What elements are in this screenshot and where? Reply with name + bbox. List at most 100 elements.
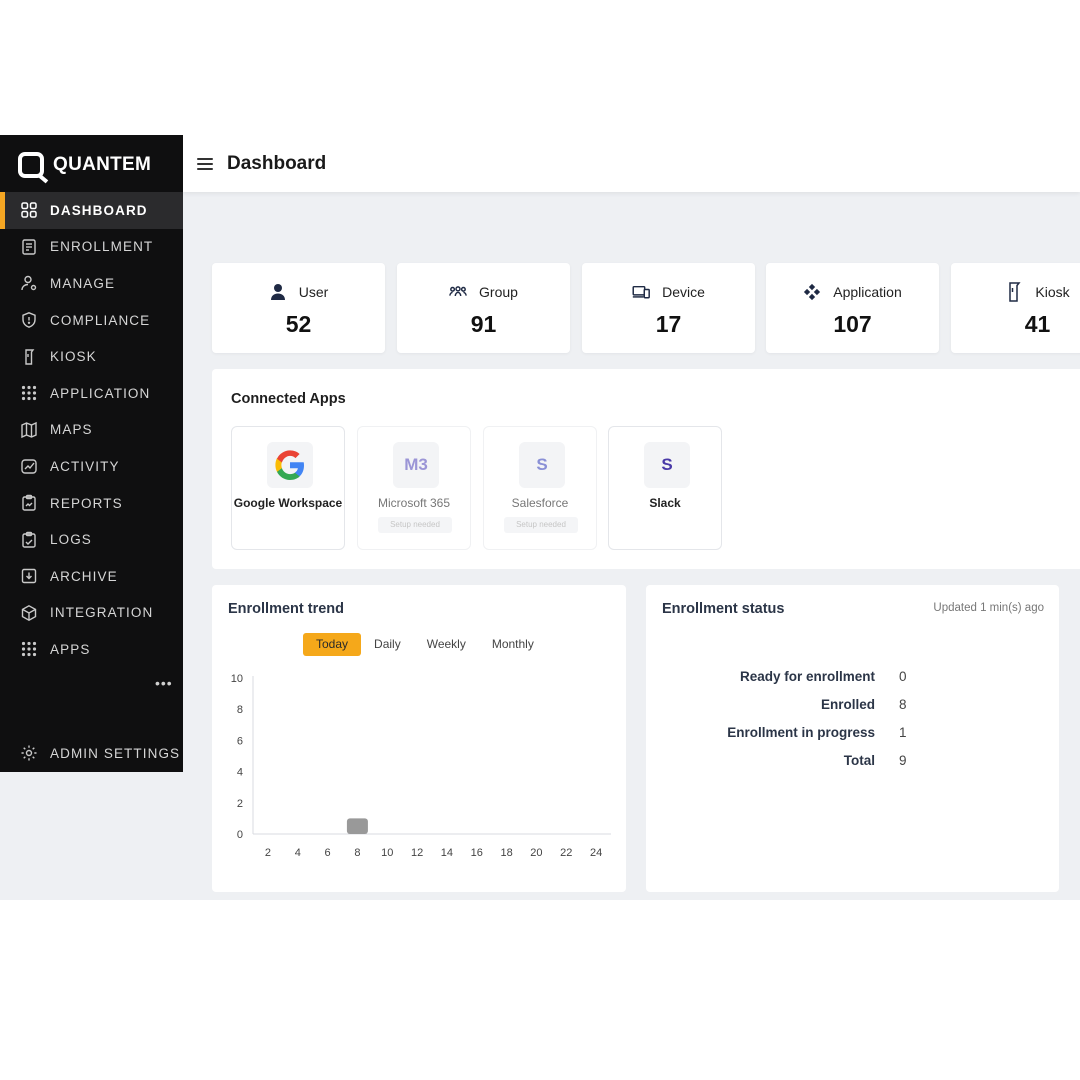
status-label: Total — [843, 753, 875, 768]
cube-icon — [20, 604, 38, 622]
stat-card-user[interactable]: User 52 — [212, 263, 385, 353]
page-title: Dashboard — [227, 152, 327, 174]
x-tick-label: 20 — [530, 847, 542, 859]
sidebar-item-logs[interactable]: LOGS — [0, 521, 183, 558]
stat-value: 17 — [655, 311, 682, 337]
group-icon — [449, 283, 467, 301]
stat-card-group[interactable]: Group 91 — [397, 263, 570, 353]
sidebar-item-reports[interactable]: REPORTS — [0, 485, 183, 522]
report-icon — [20, 494, 38, 512]
form-icon — [20, 238, 38, 256]
connected-apps-panel: Connected Apps Google Workspace M3 Micro… — [212, 369, 1080, 569]
sidebar-item-label: REPORTS — [50, 495, 123, 511]
activity-icon — [20, 457, 38, 475]
stat-value: 41 — [1024, 311, 1051, 337]
slack-logo-icon: S — [644, 442, 690, 488]
user-gear-icon — [20, 274, 38, 292]
menu-icon[interactable] — [197, 157, 213, 170]
sidebar-item-enrollment[interactable]: ENROLLMENT — [0, 229, 183, 266]
y-tick-label: 10 — [231, 673, 243, 685]
enrollment-status-panel: Enrollment status Updated 1 min(s) ago R… — [646, 585, 1059, 892]
app-card-slack[interactable]: S Slack — [608, 426, 722, 550]
stat-card-application[interactable]: Application 107 — [766, 263, 939, 353]
stat-value: 107 — [833, 311, 872, 337]
status-label: Enrolled — [820, 697, 875, 712]
more-icon[interactable]: ••• — [155, 675, 173, 691]
brand-logo[interactable]: QUANTEM — [18, 149, 151, 181]
enrollment-trend-chart: 02468102 4 6 8 10 12 14 16 18 20 22 24 — [231, 673, 611, 859]
y-tick-label: 8 — [237, 704, 243, 716]
x-tick-label: 22 — [560, 847, 572, 859]
x-tick-label: 6 — [325, 847, 331, 859]
status-value: 8 — [899, 697, 907, 712]
y-tick-label: 0 — [237, 829, 243, 841]
stat-card-kiosk[interactable]: Kiosk 41 — [951, 263, 1080, 353]
sidebar-item-label: ACTIVITY — [50, 458, 120, 474]
top-header: Dashboard — [183, 135, 1080, 192]
shield-icon — [20, 311, 38, 329]
sidebar-item-label: KIOSK — [50, 349, 97, 365]
google-logo-icon — [267, 442, 313, 488]
app-name: Microsoft 365 — [377, 496, 451, 510]
quantem-logo-icon — [18, 152, 44, 178]
kiosk-icon — [20, 348, 38, 366]
kiosk-icon — [1005, 282, 1023, 302]
x-tick-label: 2 — [265, 847, 271, 859]
grid-icon — [20, 201, 38, 219]
sidebar-item-label: ENROLLMENT — [50, 239, 154, 255]
sidebar-item-kiosk[interactable]: KIOSK — [0, 338, 183, 375]
stat-label: Device — [662, 284, 705, 300]
brand-name: QUANTEM — [53, 154, 152, 175]
sidebar-nav: DASHBOARD ENROLLMENT MANAGE COMPLIANCE K… — [0, 192, 183, 668]
status-row-total: Total 9 — [646, 753, 1059, 773]
status-label: Enrollment in progress — [727, 725, 875, 740]
chart-bar — [346, 818, 368, 834]
stat-label: Application — [833, 284, 902, 300]
status-label: Ready for enrollment — [739, 669, 875, 684]
archive-icon — [20, 567, 38, 585]
device-icon — [632, 283, 651, 301]
logs-icon — [20, 531, 38, 549]
stat-label: User — [298, 284, 329, 300]
enrollment-trend-panel: Enrollment trend Today Daily Weekly Mont… — [212, 585, 626, 892]
sidebar: QUANTEM DASHBOARD ENROLLMENT MANAGE COMP… — [0, 135, 183, 772]
sidebar-item-archive[interactable]: ARCHIVE — [0, 558, 183, 595]
sidebar-item-manage[interactable]: MANAGE — [0, 265, 183, 302]
app-window: QUANTEM DASHBOARD ENROLLMENT MANAGE COMP… — [0, 135, 1080, 900]
map-icon — [20, 421, 38, 439]
x-tick-label: 8 — [354, 847, 360, 859]
sidebar-item-application[interactable]: APPLICATION — [0, 375, 183, 412]
sidebar-item-apps[interactable]: APPS — [0, 631, 183, 668]
y-tick-label: 6 — [237, 735, 243, 747]
stat-label: Kiosk — [1035, 284, 1070, 300]
sidebar-item-maps[interactable]: MAPS — [0, 412, 183, 449]
status-row-in-progress: Enrollment in progress 1 — [646, 725, 1059, 745]
sidebar-item-label: DASHBOARD — [50, 202, 148, 218]
sidebar-item-activity[interactable]: ACTIVITY — [0, 448, 183, 485]
sidebar-item-compliance[interactable]: COMPLIANCE — [0, 302, 183, 339]
stat-value: 52 — [285, 311, 312, 337]
dots-grid-icon — [20, 640, 38, 658]
app-card-google-workspace[interactable]: Google Workspace — [231, 426, 345, 550]
sidebar-item-label: MAPS — [50, 422, 93, 438]
x-tick-label: 4 — [295, 847, 301, 859]
sidebar-item-admin-settings[interactable]: ADMIN SETTINGS — [0, 735, 183, 771]
sidebar-item-label: LOGS — [50, 532, 92, 548]
connected-apps-title: Connected Apps — [231, 391, 346, 407]
sidebar-item-label: INTEGRATION — [50, 605, 154, 621]
app-card-microsoft-365[interactable]: M3 Microsoft 365 Setup needed — [357, 426, 471, 550]
salesforce-logo-icon: S — [519, 442, 565, 488]
sidebar-item-label: APPS — [50, 641, 91, 657]
sidebar-item-dashboard[interactable]: DASHBOARD — [0, 192, 183, 229]
sidebar-item-integration[interactable]: INTEGRATION — [0, 595, 183, 632]
x-tick-label: 16 — [471, 847, 483, 859]
y-tick-label: 4 — [237, 767, 243, 779]
app-card-salesforce[interactable]: S Salesforce Setup needed — [483, 426, 597, 550]
x-tick-label: 12 — [411, 847, 423, 859]
app-name: Google Workspace — [233, 496, 343, 510]
stat-card-device[interactable]: Device 17 — [582, 263, 755, 353]
user-icon — [269, 283, 287, 301]
app-name: Slack — [649, 496, 681, 510]
x-tick-label: 24 — [590, 847, 602, 859]
status-row-ready: Ready for enrollment 0 — [646, 669, 1059, 689]
